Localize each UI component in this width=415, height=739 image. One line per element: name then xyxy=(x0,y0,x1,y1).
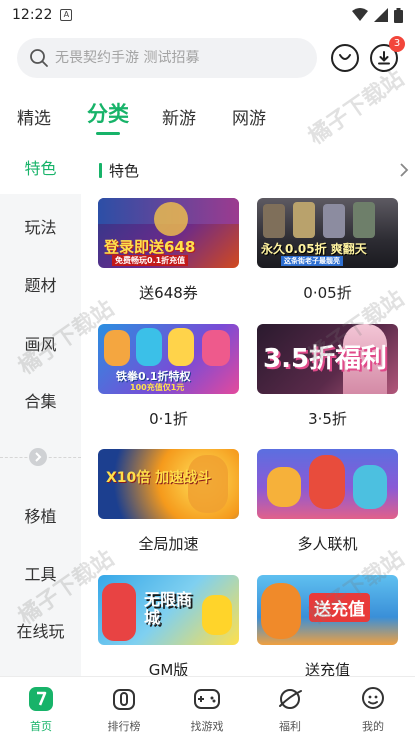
message-button[interactable] xyxy=(331,44,359,72)
sidebar-item-art-style[interactable]: 画风 xyxy=(0,331,81,355)
card-label: 多人联机 xyxy=(297,535,358,553)
banner-text: 永久0.05折 爽翻天 xyxy=(261,242,367,256)
card-label: GM版 xyxy=(148,661,189,676)
nav-find-games[interactable]: 找游戏 xyxy=(172,685,242,734)
card-banner-image xyxy=(257,449,398,519)
tab-category[interactable]: 分类 xyxy=(87,98,129,128)
nav-label: 找游戏 xyxy=(190,720,224,733)
nav-label: 排行榜 xyxy=(107,720,141,733)
nav-label: 首页 xyxy=(30,720,52,733)
banner-text: 登录即送648 xyxy=(104,238,196,256)
category-card-multiplayer[interactable]: 多人联机 xyxy=(257,449,398,554)
category-card-gm-version[interactable]: 无限商城 GM版 xyxy=(98,575,239,676)
tab-new-games[interactable]: 新游 xyxy=(162,104,196,129)
card-label: 全局加速 xyxy=(138,535,199,553)
banner-text: 送充值 xyxy=(309,593,370,622)
banner-subtext: 100充值仅1元 xyxy=(130,383,185,392)
home-icon xyxy=(27,685,55,713)
nav-label: 福利 xyxy=(279,720,301,733)
card-banner-image: 登录即送648 免费畅玩0.1折充值 xyxy=(98,198,239,268)
banner-text: 3.5折福利 xyxy=(263,344,388,374)
banner-text: X10倍 加速战斗 xyxy=(106,470,212,486)
section-header[interactable]: 特色 xyxy=(99,160,409,182)
section-accent-bar xyxy=(99,163,102,178)
wifi-icon xyxy=(352,8,368,21)
tab-online-games[interactable]: 网游 xyxy=(232,104,266,129)
search-icon xyxy=(30,49,48,67)
status-indicators xyxy=(352,7,403,23)
gift-planet-icon xyxy=(276,685,304,713)
expand-more-button[interactable] xyxy=(29,448,47,466)
nav-welfare[interactable]: 福利 xyxy=(255,685,325,734)
card-banner-image: 送充值 xyxy=(257,575,398,645)
download-icon xyxy=(378,51,390,65)
chevron-right-icon xyxy=(400,163,409,177)
card-banner-image: 永久0.05折 爽翻天 这条街老子最靓亮 xyxy=(257,198,398,268)
card-banner-image: 铁拳0.1折特权 100充值仅1元 xyxy=(98,324,239,394)
banner-text: 无限商城 xyxy=(144,590,193,627)
sidebar-item-ported[interactable]: 移植 xyxy=(0,503,81,527)
nav-profile[interactable]: 我的 xyxy=(338,685,408,734)
smile-chat-icon xyxy=(339,54,351,60)
card-label: 送充值 xyxy=(304,661,350,676)
notification-a-icon: A xyxy=(60,9,73,21)
card-banner-image: 无限商城 xyxy=(98,575,239,645)
download-count-badge: 3 xyxy=(389,36,405,52)
tab-featured[interactable]: 精选 xyxy=(17,104,51,129)
active-tab-indicator xyxy=(96,132,120,135)
chevron-right-icon xyxy=(35,452,42,462)
card-banner-image: X10倍 加速战斗 xyxy=(98,449,239,519)
top-tabs: 精选 分类 新游 网游 xyxy=(0,98,415,138)
sidebar-item-collection[interactable]: 合集 xyxy=(0,388,81,412)
card-label: 0·1折 xyxy=(149,410,188,428)
card-label: 0·05折 xyxy=(303,284,352,302)
section-title: 特色 xyxy=(109,162,140,180)
status-bar: 12:22 A xyxy=(0,0,415,30)
category-card-global-speedup[interactable]: X10倍 加速战斗 全局加速 xyxy=(98,449,239,554)
nav-ranking[interactable]: 排行榜 xyxy=(89,685,159,734)
category-card-35-discount[interactable]: 3.5折福利 3·5折 xyxy=(257,324,398,429)
signal-icon xyxy=(374,8,388,22)
category-sidebar: 特色 玩法 题材 画风 合集 移植 工具 在线玩 xyxy=(0,146,81,676)
sidebar-item-gameplay[interactable]: 玩法 xyxy=(0,214,81,238)
banner-subtext: 免费畅玩0.1折充值 xyxy=(112,255,189,266)
category-card-free-recharge[interactable]: 送充值 送充值 xyxy=(257,575,398,676)
banner-subtext: 这条街老子最靓亮 xyxy=(281,256,343,266)
nav-home[interactable]: 首页 xyxy=(6,685,76,734)
card-banner-image: 3.5折福利 xyxy=(257,324,398,394)
sidebar-item-features[interactable]: 特色 xyxy=(0,146,81,194)
sidebar-item-tools[interactable]: 工具 xyxy=(0,561,81,585)
category-content: 特色 登录即送648 免费畅玩0.1折充值 送648券 永久0.05折 爽翻天 … xyxy=(81,146,415,676)
profile-icon xyxy=(359,685,387,713)
ranking-icon xyxy=(110,685,138,713)
category-card-01-discount[interactable]: 铁拳0.1折特权 100充值仅1元 0·1折 xyxy=(98,324,239,429)
category-card-648-coupon[interactable]: 登录即送648 免费畅玩0.1折充值 送648券 xyxy=(98,198,239,303)
nav-label: 我的 xyxy=(362,720,384,733)
gamepad-icon xyxy=(193,685,221,713)
card-label: 3·5折 xyxy=(308,410,347,428)
status-time: 12:22 xyxy=(12,7,53,23)
search-input[interactable] xyxy=(55,50,295,66)
sidebar-item-theme[interactable]: 题材 xyxy=(0,272,81,296)
card-label: 送648券 xyxy=(139,284,198,302)
search-bar[interactable] xyxy=(17,38,317,78)
battery-icon xyxy=(394,7,403,23)
search-row: 3 xyxy=(17,36,405,78)
sidebar-item-play-online[interactable]: 在线玩 xyxy=(0,618,81,642)
category-card-005-discount[interactable]: 永久0.05折 爽翻天 这条街老子最靓亮 0·05折 xyxy=(257,198,398,303)
bottom-navigation: 首页 排行榜 找游戏 福利 我的 xyxy=(0,676,415,739)
